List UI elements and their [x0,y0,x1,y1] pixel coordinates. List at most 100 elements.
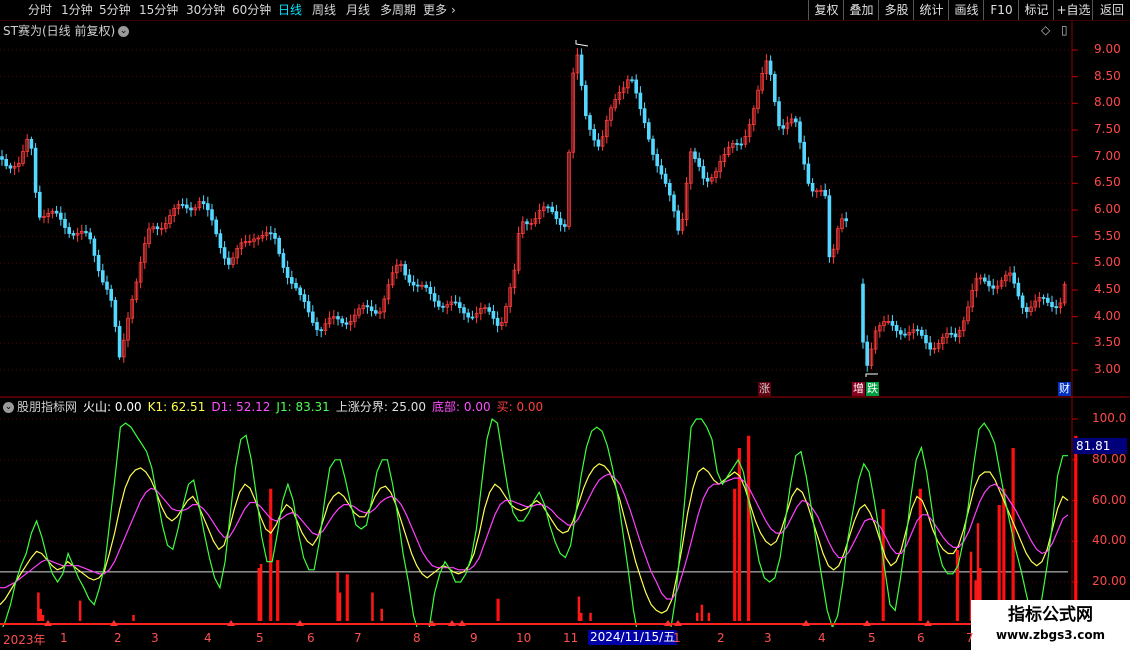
indicator-y-tick: 20.00 [1092,574,1127,588]
candle-body [63,218,67,228]
event-tag-3: 财 [1058,382,1071,396]
candle-body [676,210,680,231]
event-tag-2: 跌 [866,382,879,396]
indicator-y-tick: 40.00 [1092,533,1127,548]
period-tab-8[interactable]: 月线 [346,2,370,18]
candle-body [189,207,193,211]
candle-body [953,333,958,338]
signal-bar [737,448,741,621]
period-tab-9[interactable]: 多周期 [380,2,416,18]
candle-body [1025,307,1029,313]
candle-body [415,284,420,287]
candle-body [407,274,412,283]
candle-body [584,85,588,116]
period-tab-2[interactable]: 5分钟 [99,2,131,18]
main-y-tick: 7.00 [1094,148,1121,163]
candle-body [29,138,34,149]
period-tab-0[interactable]: 分时 [28,2,52,18]
candle-body [340,318,344,324]
candle-body [642,108,647,124]
toolbar-button-8[interactable]: 返回 [1092,0,1130,20]
toolbar: 分时 1分钟 5分钟 15分钟 30分钟 60分钟 日线 周线 月线 多周期 更多 › 复权 叠加 多股 统计… [0,0,1130,21]
indicator-y-tick: 80.00 [1092,451,1127,466]
toolbar-button-0[interactable]: 复权 [808,0,844,20]
candle-body [315,322,319,331]
indicator-chart[interactable] [0,397,1130,627]
period-tab-7[interactable]: 周线 [312,2,336,18]
toolbar-button-6[interactable]: 标记 [1018,0,1054,20]
candle-body [903,333,907,336]
main-y-tick: 3.50 [1094,335,1121,350]
candle-body [277,238,281,254]
x-axis-label-15: 4 [818,631,826,645]
indicator-y-tick: 60.00 [1092,492,1127,507]
candle-body [210,209,214,221]
candle-body [894,324,899,332]
candle-body [798,121,802,143]
candle-body [546,206,550,209]
period-tab-3[interactable]: 15分钟 [139,2,178,18]
x-axis-label-4: 4 [204,631,212,645]
candle-body [924,334,928,344]
buy-bar [39,608,42,621]
signal-bar [496,598,500,621]
toolbar-button-7[interactable]: +自选 [1053,0,1093,20]
candle-body [558,218,563,225]
candle-body [1050,301,1054,308]
candle-body [655,154,659,167]
signal-bar [747,435,751,621]
x-axis-label-16: 5 [868,631,876,645]
candle-body [306,301,311,313]
period-tab-1[interactable]: 1分钟 [61,2,93,18]
main-y-tick: 5.00 [1094,255,1121,270]
buy-bar [700,604,704,621]
candle-body [987,280,991,287]
candle-body [579,54,584,86]
candle-body [554,211,559,220]
signal-bar [918,488,922,621]
buy-bar [257,568,261,621]
toolbar-button-4[interactable]: 画线 [948,0,984,20]
main-y-tick: 6.50 [1094,175,1121,190]
event-tag-0: 涨 [758,382,771,396]
watermark-title: 指标公式网 [1008,605,1093,625]
candle-body [432,293,437,302]
candle-body [550,206,554,213]
main-chart[interactable] [0,20,1130,420]
buy-bar [132,614,135,621]
signal-bar [733,488,737,621]
candle-body [273,233,277,239]
candle-body [739,143,743,146]
toolbar-button-3[interactable]: 统计 [913,0,949,20]
candle-body [651,138,655,155]
candle-body [38,191,42,218]
period-tab-6[interactable]: 日线 [278,2,302,18]
toolbar-button-1[interactable]: 叠加 [843,0,879,20]
candle-body [592,128,596,141]
signal-bar [276,560,280,621]
period-tab-5[interactable]: 60分钟 [232,2,271,18]
candle-body [647,122,651,140]
period-tab-10[interactable]: 更多 [423,2,447,18]
candle-body [289,277,294,284]
period-tab-4[interactable]: 30分钟 [186,2,225,18]
buy-bar [580,612,583,621]
candle-body [373,310,378,314]
more-chevron-icon: › [451,3,456,17]
toolbar-button-2[interactable]: 多股 [878,0,914,20]
candle-body [59,212,63,220]
candle-body [470,316,475,319]
buy-bar [589,612,592,621]
main-y-tick: 5.50 [1094,228,1121,243]
candle-body [794,118,798,123]
buy-bar [338,592,342,621]
watermark-url: www.zbgs3.com [995,628,1106,642]
candle-body [428,287,433,294]
candle-body [634,79,638,94]
x-axis-label-13: 2 [717,631,725,645]
candle-body [949,332,953,335]
toolbar-button-5[interactable]: F10 [983,0,1019,20]
low-marker [865,373,878,377]
candle-body [113,299,118,327]
series-D1 [0,473,1069,600]
